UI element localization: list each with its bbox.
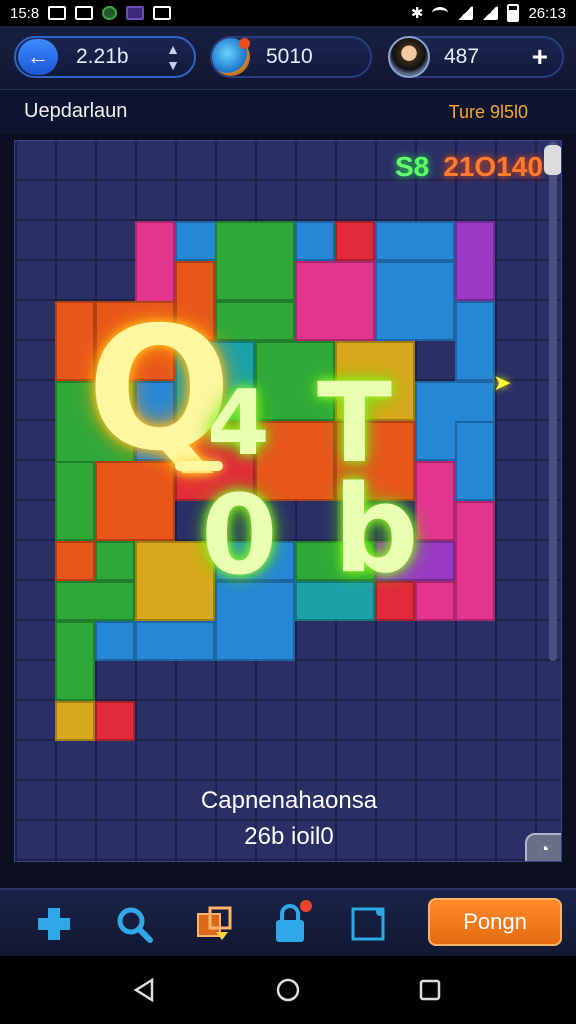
avatar[interactable] [388,36,430,78]
cursor-arrow-icon: ➤ [493,371,512,396]
bottom-toolbar: Pongn [0,888,576,956]
puzzle-piece[interactable] [95,701,135,741]
status-bar: 15:8 ✱ 26:13 [0,0,576,26]
puzzle-piece[interactable] [455,421,495,501]
puzzle-piece[interactable] [375,221,455,261]
puzzle-piece[interactable] [415,461,455,541]
coins-value: 5010 [266,45,313,68]
edge-pieces-icon[interactable] [192,902,236,946]
puzzle-piece[interactable] [455,501,495,621]
battery-icon [507,4,520,22]
board-score: S8 21O140 [395,151,543,183]
puzzle-piece[interactable] [55,701,95,741]
signal-2-icon [482,6,499,20]
puzzle-piece[interactable] [415,581,455,621]
gems-value: 487 [444,45,480,68]
puzzle-piece[interactable] [455,301,495,381]
download-icon [153,6,172,20]
coin-alert-dot [239,38,250,49]
notification-badge [300,900,312,912]
recents-square-icon[interactable] [416,976,444,1004]
level-value: 2.21b [76,45,129,68]
neon-dash [175,461,223,471]
bluetooth-icon: ✱ [410,5,424,22]
top-bar: ← 2.21b ▲ ▼ 5010 487 + [0,26,576,90]
profile-counter[interactable]: 487 + [388,36,564,78]
puzzle-piece[interactable] [95,621,135,661]
puzzle-piece[interactable] [455,221,495,301]
puzzle-piece-icon[interactable] [32,902,76,946]
status-time: 15:8 [10,4,40,22]
back-triangle-icon[interactable] [130,976,158,1004]
score-orange: 21O140 [443,151,543,182]
coins-counter[interactable]: 5010 [210,36,372,78]
info-row: Uepdarlaun Ture 9l5l0 [0,90,576,134]
puzzle-piece[interactable] [55,541,95,581]
neon-digit-0: 0 [201,471,278,599]
puzzle-piece[interactable] [215,221,295,301]
home-circle-icon[interactable] [274,976,302,1004]
app-notification-icon [126,6,145,20]
puzzle-piece[interactable] [135,621,215,661]
system-nav-bar [0,956,576,1024]
puzzle-piece[interactable] [335,221,375,261]
frame-icon[interactable] [346,902,390,946]
puzzle-piece[interactable] [95,541,135,581]
status-clock: 26:13 [528,4,566,22]
scrollbar-thumb[interactable] [544,145,561,175]
scrollbar-track[interactable] [549,141,557,661]
neon-letter-b: b [333,461,419,600]
play-button[interactable]: Pongn [428,898,562,946]
magnify-icon[interactable] [112,902,156,946]
puzzle-status: Ture 9l5l0 [448,102,528,122]
level-selector[interactable]: ← 2.21b ▲ ▼ [14,36,196,78]
mail-icon [75,6,94,20]
back-arrow-icon[interactable]: ← [18,39,58,75]
compass-icon: ◔ [538,838,550,859]
score-green: S8 [395,151,430,182]
board-caption-subtitle: 26b ioil0 [244,823,334,850]
board-caption-title: Capnenahaonsa [200,787,378,814]
plus-icon[interactable]: + [532,41,548,73]
puzzle-piece[interactable] [295,261,375,341]
signal-icon [457,6,474,20]
puzzle-board[interactable]: S8 21O140 Q 4 T 0 b ➤ Capnenahaonsa 26b i… [14,140,562,862]
puzzle-piece[interactable] [375,261,455,341]
puzzle-piece[interactable] [295,221,335,261]
wifi-icon [432,7,449,19]
gallery-icon [48,6,67,20]
puzzle-piece[interactable] [55,621,95,701]
coin-icon [212,38,250,76]
game-app-icon [102,6,118,20]
sort-caret-icon[interactable]: ▲ ▼ [166,41,180,73]
lock-icon[interactable] [268,900,312,946]
hint-button[interactable]: ◔ [525,833,561,861]
puzzle-title: Uepdarlaun [24,100,128,122]
puzzle-piece[interactable] [55,581,135,621]
